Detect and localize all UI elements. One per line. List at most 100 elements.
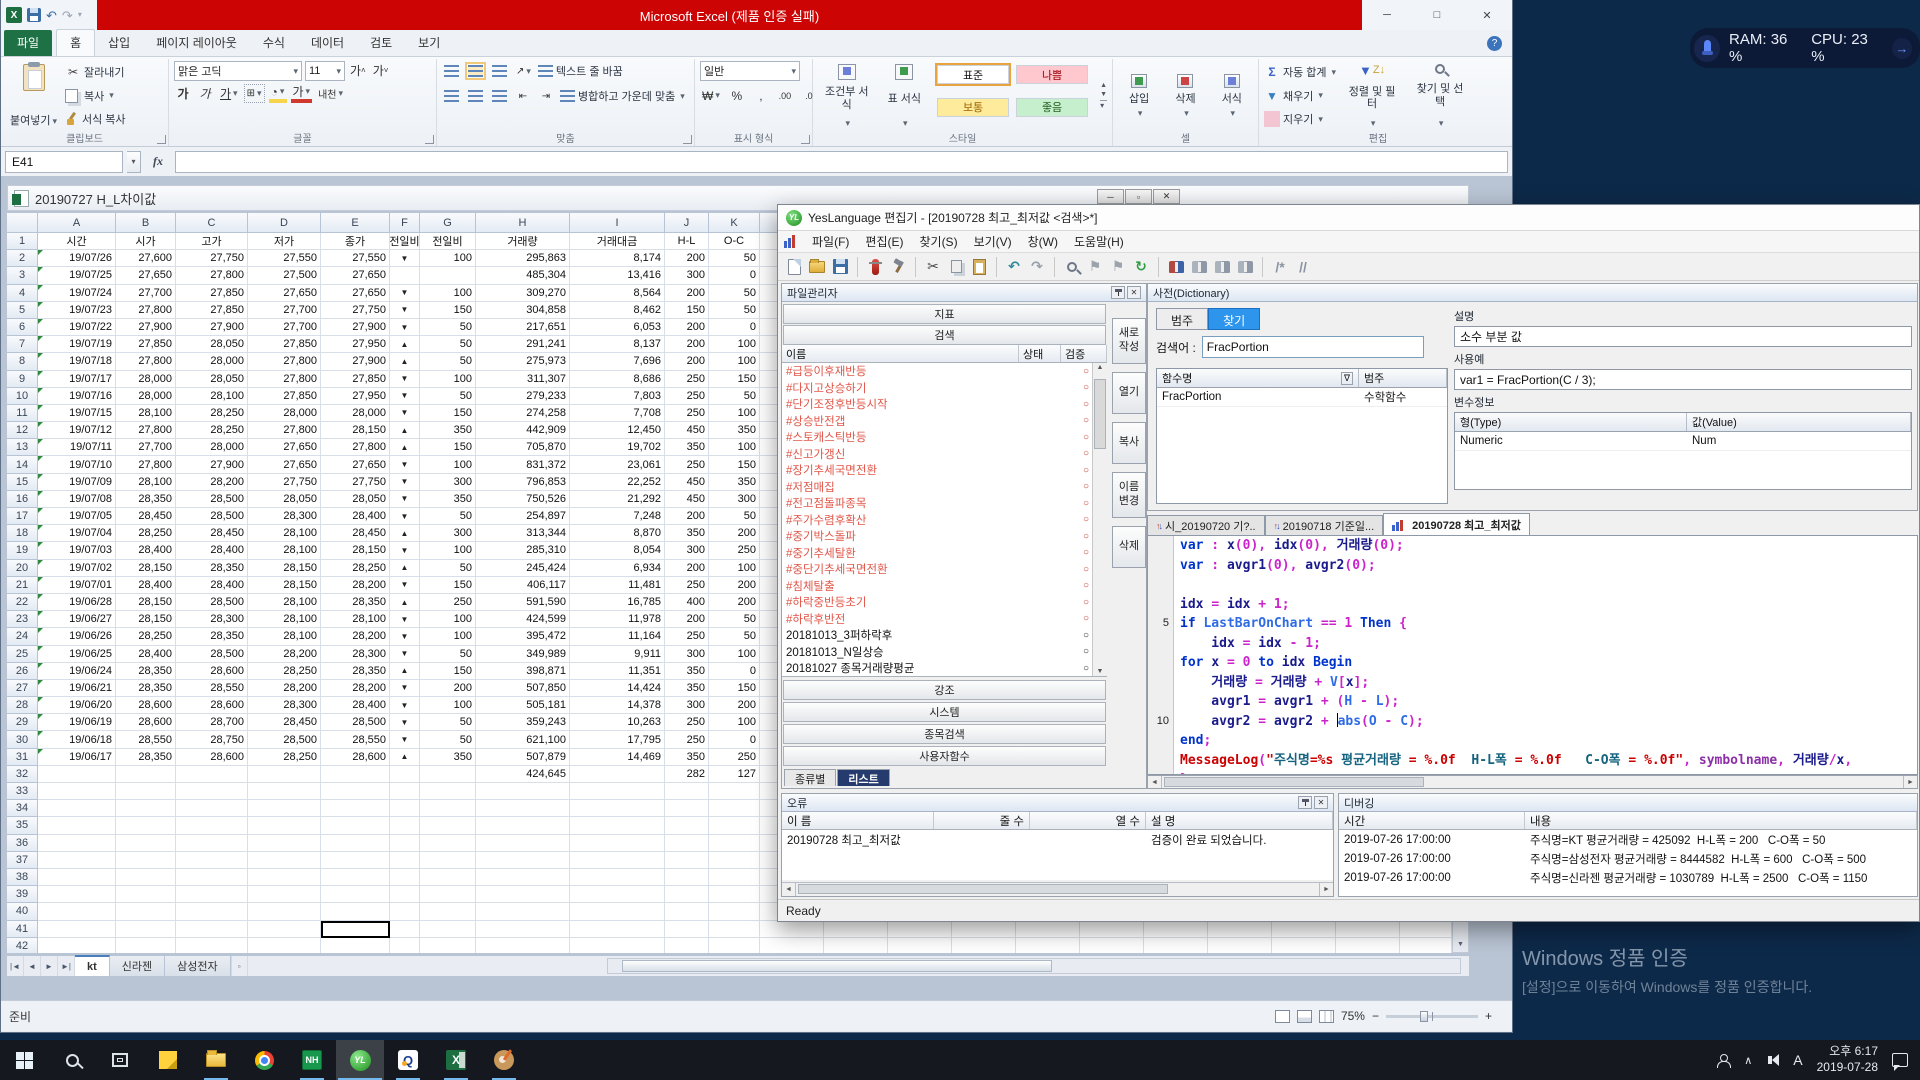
verify-icon[interactable] — [865, 257, 885, 277]
grid-cell[interactable]: 311,307 — [476, 371, 570, 388]
refresh-icon[interactable]: ↻ — [1131, 257, 1151, 277]
row-header-1[interactable]: 1 — [7, 233, 38, 250]
gallery-down-icon[interactable]: ▼ — [1100, 91, 1107, 98]
grid-cell[interactable]: 250 — [709, 749, 760, 766]
grid-cell[interactable] — [248, 852, 321, 869]
grid-cell[interactable]: 27,800 — [116, 353, 176, 370]
grid-cell[interactable]: 50 — [420, 353, 476, 370]
menu-창(W)[interactable]: 창(W) — [1020, 231, 1066, 252]
grid-cell[interactable]: 100 — [709, 714, 760, 731]
cell-style-나쁨[interactable]: 나쁨 — [1016, 65, 1088, 84]
book-close-icon[interactable] — [1235, 257, 1255, 277]
grid-cell[interactable]: 19/07/19 — [38, 336, 116, 353]
grid-cell[interactable]: 28,050 — [176, 371, 248, 388]
menu-도움말(H)[interactable]: 도움말(H) — [1066, 231, 1132, 252]
grid-cell[interactable]: 450 — [665, 422, 709, 439]
grid-cell[interactable] — [38, 869, 116, 886]
grid-cell[interactable]: 291,241 — [476, 336, 570, 353]
save-icon[interactable] — [27, 8, 41, 22]
grid-cell[interactable] — [1016, 938, 1080, 953]
grid-cell[interactable]: 19/07/18 — [38, 353, 116, 370]
column-header-A[interactable]: A — [38, 213, 116, 233]
code-line[interactable]: 거래량 = 거래량 + V[x]; — [1180, 673, 1917, 693]
grid-cell[interactable] — [176, 783, 248, 800]
taskbar-q-app[interactable]: Q — [384, 1040, 432, 1080]
search-icon[interactable] — [1062, 257, 1082, 277]
ribbon-tab-데이터[interactable]: 데이터 — [298, 30, 357, 56]
grid-cell[interactable]: 28,750 — [176, 731, 248, 748]
grid-cell[interactable]: 16,785 — [570, 594, 665, 611]
grid-cell[interactable]: 50 — [420, 319, 476, 336]
excel-titlebar[interactable]: X ↶ ↷ ▾ Microsoft Excel (제품 인증 실패) ─ □ ✕ — [1, 0, 1512, 30]
row-header-21[interactable]: 21 — [7, 577, 38, 594]
menu-보기(V)[interactable]: 보기(V) — [966, 231, 1020, 252]
grid-cell[interactable] — [176, 886, 248, 903]
number-dialog-launcher[interactable] — [801, 135, 810, 144]
grid-cell[interactable] — [570, 869, 665, 886]
grid-cell[interactable]: 100 — [709, 646, 760, 663]
grid-cell[interactable]: 200 — [665, 336, 709, 353]
grid-cell[interactable]: 350 — [420, 749, 476, 766]
grid-cell[interactable]: 300 — [709, 491, 760, 508]
row-header-18[interactable]: 18 — [7, 525, 38, 542]
grid-cell[interactable]: 28,250 — [116, 525, 176, 542]
grid-cell[interactable]: 14,378 — [570, 697, 665, 714]
grid-cell[interactable]: 27,650 — [248, 285, 321, 302]
code-line[interactable] — [1180, 575, 1917, 595]
grid-cell[interactable]: 시간 — [38, 233, 116, 250]
grid-cell[interactable]: 750,526 — [476, 491, 570, 508]
grid-cell[interactable]: 28,150 — [116, 611, 176, 628]
grid-cell[interactable]: 350 — [665, 525, 709, 542]
maximize-button[interactable]: □ — [1412, 0, 1462, 30]
grid-cell[interactable]: 저가 — [248, 233, 321, 250]
error-row[interactable]: 20190728 최고_최저값 검증이 완료 되었습니다. — [782, 830, 1333, 849]
ribbon-tab-보기[interactable]: 보기 — [405, 30, 453, 56]
code-line[interactable]: } — [1180, 770, 1917, 774]
grid-cell[interactable] — [390, 267, 420, 284]
grid-cell[interactable]: ▼ — [390, 250, 420, 267]
code-tab-시_20190720 기?..[interactable]: ↑↓시_20190720 기?.. — [1147, 515, 1265, 535]
grid-cell[interactable] — [665, 938, 709, 953]
ribbon-tab-페이지 레이아웃[interactable]: 페이지 레이아웃 — [143, 30, 250, 56]
grid-cell[interactable] — [952, 921, 1016, 938]
fx-icon[interactable]: fx — [145, 154, 171, 169]
grid-cell[interactable]: 19/07/04 — [38, 525, 116, 542]
grid-cell[interactable]: 7,803 — [570, 388, 665, 405]
grid-cell[interactable]: 200 — [665, 250, 709, 267]
grid-cell[interactable]: 50 — [420, 714, 476, 731]
row-header-20[interactable]: 20 — [7, 560, 38, 577]
ribbon-tab-수식[interactable]: 수식 — [250, 30, 298, 56]
grid-cell[interactable] — [248, 886, 321, 903]
side-button-이름변경[interactable]: 이름 변경 — [1112, 472, 1146, 518]
grid-cell[interactable] — [390, 903, 420, 920]
grid-cell[interactable] — [38, 817, 116, 834]
row-header-5[interactable]: 5 — [7, 302, 38, 319]
cell-style-좋음[interactable]: 좋음 — [1016, 98, 1088, 117]
grid-cell[interactable]: 19/07/02 — [38, 560, 116, 577]
grid-cell[interactable]: 9,911 — [570, 646, 665, 663]
grid-cell[interactable]: 28,350 — [116, 663, 176, 680]
grid-cell[interactable] — [665, 869, 709, 886]
align-middle-icon[interactable] — [468, 65, 483, 77]
grid-cell[interactable]: ▼ — [390, 388, 420, 405]
grid-cell[interactable] — [248, 869, 321, 886]
grid-cell[interactable] — [760, 938, 824, 953]
grid-cell[interactable]: 100 — [420, 285, 476, 302]
grid-cell[interactable]: 28,100 — [248, 628, 321, 645]
grid-cell[interactable]: 28,100 — [116, 405, 176, 422]
grid-cell[interactable]: 28,050 — [248, 491, 321, 508]
percent-format-button[interactable]: % — [728, 86, 746, 105]
grid-cell[interactable]: ▼ — [390, 680, 420, 697]
grid-cell[interactable] — [420, 267, 476, 284]
grid-cell[interactable]: 23,061 — [570, 456, 665, 473]
code-line[interactable]: idx = idx - 1; — [1180, 634, 1917, 654]
file-list-item[interactable]: #신고가갱신○ — [782, 446, 1107, 463]
autosum-button[interactable]: Σ자동 합계▾ — [1264, 62, 1336, 82]
grid-cell[interactable]: 200 — [665, 353, 709, 370]
gallery-more-icon[interactable]: ▾ — [1100, 100, 1107, 110]
grid-cell[interactable]: ▼ — [390, 302, 420, 319]
grid-cell[interactable] — [1144, 938, 1208, 953]
grid-cell[interactable]: 250 — [665, 456, 709, 473]
grid-cell[interactable]: 28,000 — [116, 388, 176, 405]
grid-cell[interactable]: 300 — [665, 542, 709, 559]
